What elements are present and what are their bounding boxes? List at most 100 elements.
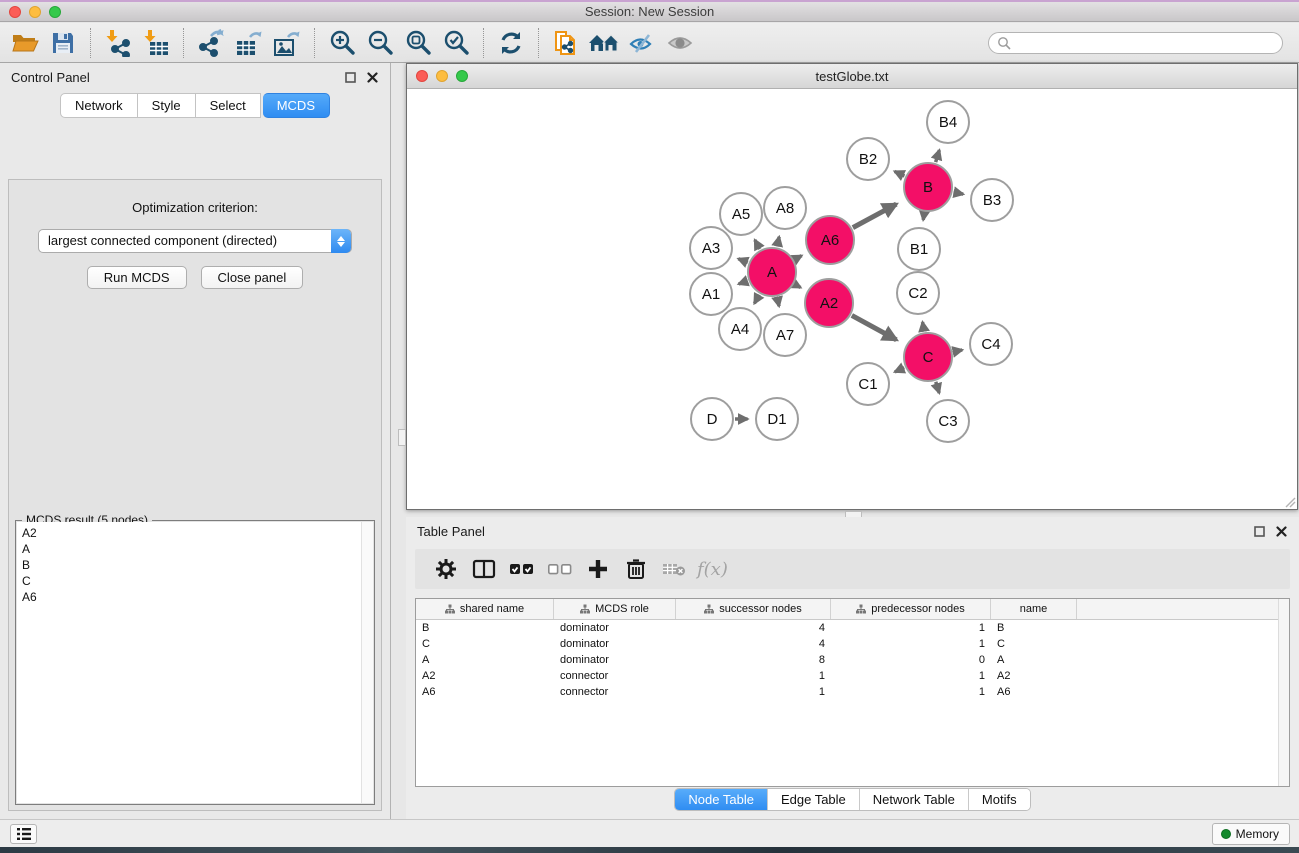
table-cell[interactable]: 1	[676, 670, 831, 682]
mcds-result-list[interactable]: A2ABCA6	[17, 522, 373, 803]
table-cell[interactable]: 1	[831, 670, 991, 682]
table-options-icon[interactable]	[427, 552, 465, 586]
table-cell[interactable]: A6	[991, 686, 1077, 698]
import-network-icon[interactable]	[99, 26, 137, 60]
edge-B-B1[interactable]	[923, 213, 924, 220]
table-cell[interactable]: dominator	[554, 638, 676, 650]
table-cell[interactable]: A2	[416, 670, 554, 682]
table-cell[interactable]: dominator	[554, 654, 676, 666]
edge-B-B2[interactable]	[895, 171, 905, 176]
edge-C-C4[interactable]	[953, 350, 962, 352]
edge-A-A8[interactable]	[777, 237, 779, 247]
table-cell[interactable]: A	[416, 654, 554, 666]
close-panel-button[interactable]: Close panel	[201, 266, 304, 289]
table-cell[interactable]: A2	[991, 670, 1077, 682]
zoom-selected-icon[interactable]	[437, 26, 475, 60]
tab-style[interactable]: Style	[138, 93, 196, 118]
table-cell[interactable]: 0	[831, 654, 991, 666]
table-cell[interactable]: 1	[831, 686, 991, 698]
edge-A-A4[interactable]	[754, 295, 759, 304]
tab-mcds[interactable]: MCDS	[263, 93, 330, 118]
mcds-result-item[interactable]: A2	[22, 525, 373, 541]
edge-A-A2[interactable]	[795, 284, 801, 287]
mcds-result-item[interactable]: A6	[22, 589, 373, 605]
export-network-icon[interactable]	[192, 26, 230, 60]
criterion-select[interactable]: largest connected component (directed)	[38, 229, 352, 253]
mcds-result-item[interactable]: C	[22, 573, 373, 589]
table-cell[interactable]: 1	[676, 686, 831, 698]
float-panel-icon[interactable]	[344, 71, 357, 84]
table-cell[interactable]: B	[416, 622, 554, 634]
run-mcds-button[interactable]: Run MCDS	[87, 266, 187, 289]
edge-C-C1[interactable]	[895, 368, 904, 372]
show-task-history-button[interactable]	[10, 824, 37, 844]
table-cell[interactable]: A6	[416, 686, 554, 698]
table-cell[interactable]: 8	[676, 654, 831, 666]
resize-grip-icon[interactable]	[1284, 496, 1296, 508]
add-column-icon[interactable]	[579, 552, 617, 586]
table-cell[interactable]: A	[991, 654, 1077, 666]
network-window-titlebar[interactable]: testGlobe.txt	[407, 64, 1297, 89]
table-cell[interactable]: C	[991, 638, 1077, 650]
tab-edge-table[interactable]: Edge Table	[768, 789, 860, 810]
tab-motifs[interactable]: Motifs	[969, 789, 1030, 810]
edge-A6-B[interactable]	[853, 204, 896, 228]
column-header-shared-name[interactable]: shared name	[416, 599, 554, 619]
network-canvas[interactable]: AA1A2A3A4A5A6A7A8BB1B2B3B4CC1C2C3C4DD1	[407, 90, 1297, 509]
search-input[interactable]	[988, 32, 1283, 54]
table-row[interactable]: A2connector11A2	[416, 668, 1289, 684]
edge-A-A7[interactable]	[777, 297, 779, 306]
zoom-out-icon[interactable]	[361, 26, 399, 60]
first-neighbors-icon[interactable]	[585, 26, 623, 60]
edge-C-C3[interactable]	[936, 382, 939, 393]
tab-select[interactable]: Select	[196, 93, 261, 118]
table-row[interactable]: Adominator80A	[416, 652, 1289, 668]
export-table-icon[interactable]	[230, 26, 268, 60]
tab-network[interactable]: Network	[60, 93, 138, 118]
table-row[interactable]: Bdominator41B	[416, 620, 1289, 636]
refresh-icon[interactable]	[492, 26, 530, 60]
zoom-fit-icon[interactable]	[399, 26, 437, 60]
tab-node-table[interactable]: Node Table	[675, 789, 768, 810]
table-cell[interactable]: 4	[676, 622, 831, 634]
edge-A-A1[interactable]	[739, 281, 748, 284]
edge-A-A5[interactable]	[755, 240, 760, 249]
select-all-columns-icon[interactable]	[503, 552, 541, 586]
import-table-icon[interactable]	[137, 26, 175, 60]
edge-A-A6[interactable]	[795, 256, 802, 260]
table-cell[interactable]: 1	[831, 622, 991, 634]
zoom-in-icon[interactable]	[323, 26, 361, 60]
edge-A-A3[interactable]	[738, 259, 747, 263]
close-table-panel-icon[interactable]	[1275, 525, 1288, 538]
delete-columns-icon[interactable]	[617, 552, 655, 586]
show-columns-icon[interactable]	[465, 552, 503, 586]
edge-B-B3[interactable]	[953, 192, 963, 194]
mcds-result-item[interactable]: B	[22, 557, 373, 573]
table-scrollbar[interactable]	[1278, 599, 1289, 786]
result-scrollbar[interactable]	[361, 522, 373, 803]
table-row[interactable]: A6connector11A6	[416, 684, 1289, 700]
column-header-MCDS-role[interactable]: MCDS role	[554, 599, 676, 619]
unselect-all-columns-icon[interactable]	[541, 552, 579, 586]
tab-network-table[interactable]: Network Table	[860, 789, 969, 810]
table-cell[interactable]: 1	[831, 638, 991, 650]
table-cell[interactable]: 4	[676, 638, 831, 650]
column-header-predecessor-nodes[interactable]: predecessor nodes	[831, 599, 991, 619]
show-all-icon[interactable]	[661, 26, 699, 60]
hide-selected-icon[interactable]	[623, 26, 661, 60]
save-session-icon[interactable]	[44, 26, 82, 60]
mcds-result-item[interactable]: A	[22, 541, 373, 557]
column-header-successor-nodes[interactable]: successor nodes	[676, 599, 831, 619]
table-cell[interactable]: B	[991, 622, 1077, 634]
column-header-name[interactable]: name	[991, 599, 1077, 619]
vertical-splitter-handle[interactable]	[398, 429, 406, 446]
edge-A2-C[interactable]	[852, 315, 897, 339]
export-image-icon[interactable]	[268, 26, 306, 60]
table-cell[interactable]: connector	[554, 670, 676, 682]
edge-C-C2[interactable]	[923, 322, 924, 331]
table-row[interactable]: Cdominator41C	[416, 636, 1289, 652]
table-cell[interactable]: C	[416, 638, 554, 650]
open-file-icon[interactable]	[6, 26, 44, 60]
memory-button[interactable]: Memory	[1212, 823, 1290, 845]
table-cell[interactable]: connector	[554, 686, 676, 698]
